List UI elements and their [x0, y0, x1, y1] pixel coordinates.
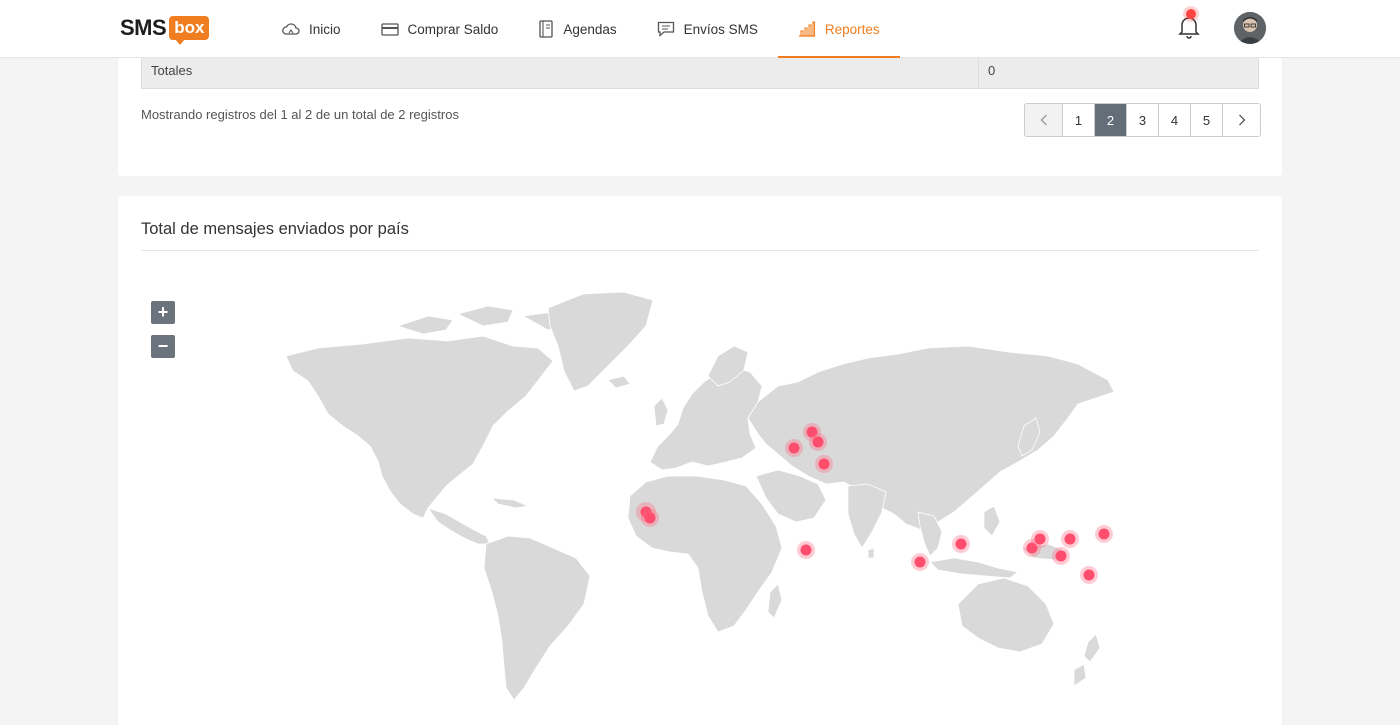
country-marker[interactable]	[644, 512, 656, 524]
logo-text: SMS	[120, 15, 167, 40]
next-page-button[interactable]	[1222, 104, 1260, 136]
country-marker[interactable]	[800, 544, 812, 556]
nav-label: Agendas	[563, 21, 617, 37]
nav-agendas[interactable]: Agendas	[518, 0, 636, 58]
page-4-button[interactable]: 4	[1158, 104, 1190, 136]
messages-by-country-card: Total de mensajes enviados por país + −	[118, 196, 1282, 725]
nav-label: Reportes	[824, 21, 880, 37]
main-nav: Inicio Comprar Saldo Agendas Envíos SMS …	[262, 0, 900, 58]
column-divider	[978, 58, 979, 88]
page-3-button[interactable]: 3	[1126, 104, 1158, 136]
zoom-in-button[interactable]: +	[151, 301, 175, 324]
country-marker[interactable]	[955, 538, 967, 550]
message-icon	[657, 21, 674, 37]
title-divider	[141, 250, 1259, 251]
nav-label: Envíos SMS	[683, 21, 758, 37]
pagination: 1 2 3 4 5	[1024, 103, 1261, 137]
page-1-button[interactable]: 1	[1062, 104, 1094, 136]
chevron-right-icon	[1238, 114, 1245, 126]
map-title: Total de mensajes enviados por país	[141, 220, 409, 238]
address-book-icon	[539, 20, 553, 38]
zoom-out-button[interactable]: −	[151, 335, 175, 358]
records-card: Totales 0 Mostrando registros del 1 al 2…	[118, 58, 1282, 176]
smsbox-logo[interactable]: SMS box	[120, 15, 210, 45]
country-marker[interactable]	[788, 442, 800, 454]
avatar-icon	[1234, 12, 1266, 44]
records-summary: Mostrando registros del 1 al 2 de un tot…	[141, 107, 459, 122]
country-marker[interactable]	[1098, 528, 1110, 540]
totals-value: 0	[988, 63, 996, 78]
totals-label: Totales	[151, 63, 193, 78]
chevron-left-icon	[1040, 114, 1047, 126]
logo-badge: box	[169, 16, 210, 45]
nav-label: Comprar Saldo	[407, 21, 499, 37]
totals-row: Totales 0	[141, 58, 1259, 89]
nav-envios-sms[interactable]: Envíos SMS	[637, 0, 778, 58]
cloud-icon	[282, 23, 300, 35]
map-land	[285, 291, 1115, 701]
notifications-bell[interactable]	[1176, 9, 1202, 40]
country-marker[interactable]	[1026, 542, 1038, 554]
prev-page-button[interactable]	[1025, 104, 1062, 136]
world-map[interactable]	[278, 286, 1128, 706]
page-2-button[interactable]: 2	[1094, 104, 1126, 136]
country-marker[interactable]	[812, 436, 824, 448]
nav-reportes[interactable]: Reportes	[777, 0, 900, 58]
user-avatar[interactable]	[1234, 12, 1266, 44]
credit-card-icon	[380, 23, 399, 36]
top-navbar: SMS box Inicio Comprar Saldo Agendas Env…	[0, 0, 1400, 58]
country-marker[interactable]	[818, 458, 830, 470]
nav-comprar-saldo[interactable]: Comprar Saldo	[361, 0, 519, 58]
page-5-button[interactable]: 5	[1190, 104, 1222, 136]
country-marker[interactable]	[914, 556, 926, 568]
nav-label: Inicio	[309, 21, 341, 37]
bar-chart-icon	[798, 21, 815, 37]
notification-dot-icon	[1186, 9, 1196, 19]
nav-inicio[interactable]: Inicio	[262, 0, 361, 58]
